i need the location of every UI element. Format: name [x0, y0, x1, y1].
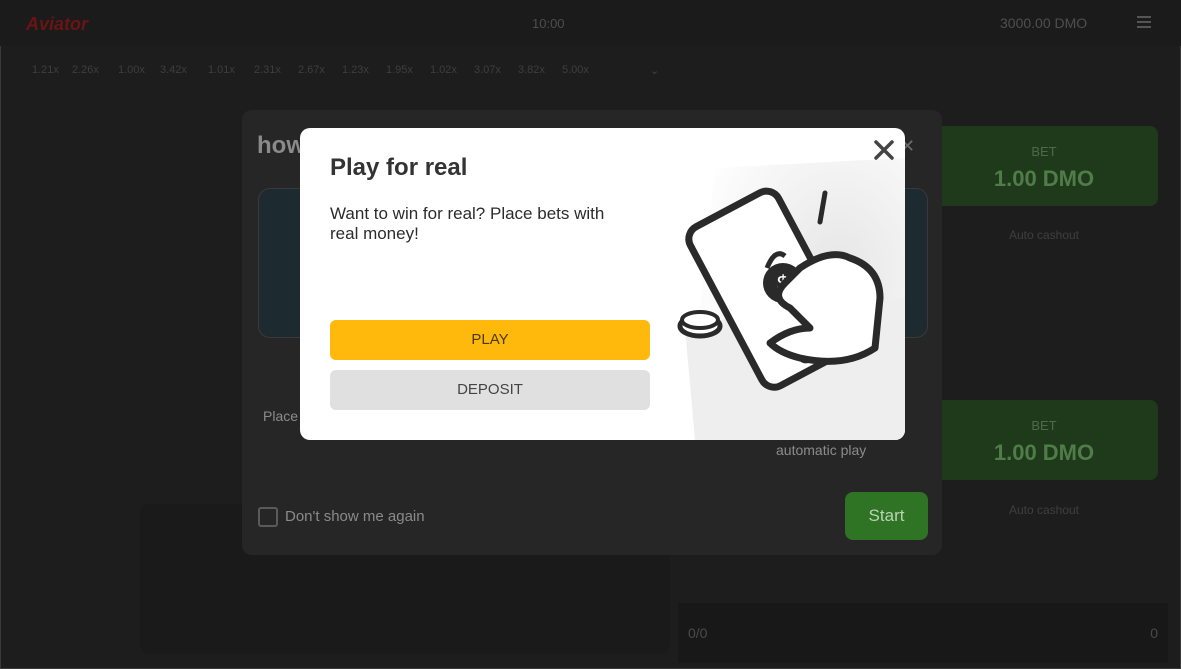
start-button[interactable]: Start [845, 492, 928, 540]
multiplier-item: 1.01x [208, 64, 235, 76]
bet-label: BET [1031, 144, 1057, 159]
multiplier-item: 1.21x [32, 64, 59, 76]
stats-bar: 0/0 0 [678, 603, 1168, 663]
chevron-down-icon[interactable]: ⌄ [650, 64, 659, 77]
multiplier-item: 2.26x [72, 64, 99, 76]
balance: 3000.00 DMO [1000, 15, 1088, 31]
dont-show-checkbox[interactable] [258, 507, 278, 527]
howto-step-text: Place [263, 408, 299, 424]
howto-step-text: automatic play [776, 442, 867, 458]
close-icon[interactable] [870, 136, 898, 164]
deposit-button[interactable]: DEPOSIT [330, 370, 650, 410]
multiplier-item: 3.42x [160, 64, 187, 76]
auto-cashout-2[interactable]: Auto cashout [930, 503, 1158, 517]
multiplier-item: 2.31x [254, 64, 281, 76]
modal-title: Play for real [330, 154, 468, 181]
bet-button-1[interactable]: BET 1.00 DMO [930, 126, 1158, 206]
bet-amount: 1.00 DMO [993, 166, 1095, 191]
app-logo: Aviator [26, 14, 89, 34]
top-bar: Aviator 10:00 3000.00 DMO [0, 0, 1181, 46]
menu-icon[interactable] [1137, 16, 1151, 28]
multiplier-item: 1.00x [118, 64, 145, 76]
multiplier-item: 2.67x [298, 64, 325, 76]
bet-amount: 1.00 DMO [993, 440, 1095, 465]
phone-hand-illustration: $ [677, 158, 905, 440]
how-to-play-title: how [257, 132, 305, 159]
multiplier-item: 5.00x [562, 64, 589, 76]
modal-text: Want to win for real? Place bets with re… [330, 204, 605, 243]
multiplier-item: 3.82x [518, 64, 545, 76]
stats-right: 0 [1150, 625, 1158, 641]
bet-button-2[interactable]: BET 1.00 DMO [930, 400, 1158, 480]
multiplier-item: 3.07x [474, 64, 501, 76]
clock: 10:00 [532, 16, 565, 31]
multiplier-item: 1.02x [430, 64, 457, 76]
multiplier-item: 1.23x [342, 64, 369, 76]
dont-show-label: Don't show me again [285, 508, 425, 525]
multiplier-item: 1.95x [386, 64, 413, 76]
play-button[interactable]: PLAY [330, 320, 650, 360]
stats-left: 0/0 [688, 625, 708, 641]
bet-label: BET [1031, 418, 1057, 433]
play-for-real-modal: Play for real Want to win for real? Plac… [300, 128, 905, 440]
auto-cashout-1[interactable]: Auto cashout [930, 228, 1158, 242]
